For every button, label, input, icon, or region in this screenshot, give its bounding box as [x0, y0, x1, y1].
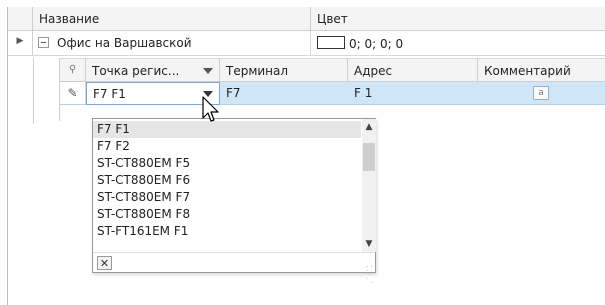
point-editor-value: F7 F1	[93, 87, 126, 101]
option-label: ST-CT880EM F5	[97, 156, 191, 170]
row-indicator[interactable]: ▶	[8, 31, 33, 56]
collapse-minus-icon[interactable]	[38, 37, 49, 48]
column-header-comment[interactable]: Комментарий	[478, 58, 605, 82]
terminal-value: F7	[226, 86, 241, 100]
option-label: ST-CT880EM F8	[97, 207, 191, 221]
column-header-name-label: Название	[39, 12, 100, 26]
column-header-point-label: Точка регис...	[92, 64, 180, 78]
address-cell[interactable]: F 1	[348, 82, 478, 105]
dropdown-option[interactable]: ST-CT880EM F5	[93, 155, 361, 172]
dropdown-option[interactable]: ST-CT880EM F7	[93, 189, 361, 206]
option-label: ST-CT880EM F7	[97, 190, 191, 204]
column-header-comment-label: Комментарий	[484, 64, 571, 78]
search-icon[interactable]: ⚲	[69, 64, 76, 75]
column-header-terminal-label: Терминал	[226, 64, 289, 78]
detail-indicator-border	[59, 105, 60, 121]
resize-grip-icon[interactable]: . . . . . .	[366, 262, 374, 285]
column-header-terminal[interactable]: Терминал	[220, 58, 348, 82]
column-header-address[interactable]: Адрес	[348, 58, 478, 82]
row-indicator-arrow-icon: ▶	[16, 36, 24, 46]
option-label: ST-FT161EM F1	[97, 224, 189, 238]
dropdown-option[interactable]: ST-CT880EM F8	[93, 206, 361, 223]
clear-button[interactable]: ✕	[97, 256, 112, 270]
column-header-point[interactable]: Точка регис...	[86, 58, 220, 82]
scroll-up-icon[interactable]: ▲	[363, 121, 375, 133]
memo-icon[interactable]: a	[533, 86, 549, 100]
detail-header-search-cell[interactable]: ⚲	[59, 58, 86, 82]
option-label: F7 F2	[97, 139, 130, 153]
color-value: 0; 0; 0; 0	[349, 37, 404, 51]
detail-left-border	[33, 58, 34, 124]
column-header-name[interactable]: Название	[33, 7, 311, 31]
scroll-down-icon[interactable]: ▼	[363, 238, 375, 250]
mouse-cursor-icon	[202, 96, 219, 122]
dropdown-scrollbar[interactable]	[362, 119, 376, 252]
scrollbar-thumb[interactable]	[363, 143, 375, 171]
column-header-address-label: Адрес	[354, 64, 393, 78]
option-label: ST-CT880EM F6	[97, 173, 191, 187]
close-icon: ✕	[99, 257, 110, 270]
dropdown-option[interactable]: ST-FT161EM F1	[93, 223, 361, 240]
pencil-icon: ✎	[67, 86, 78, 100]
address-value: F 1	[354, 86, 373, 100]
group-row-name-cell[interactable]: Офис на Варшавской	[33, 31, 311, 56]
column-header-color-label: Цвет	[317, 12, 348, 26]
terminal-cell[interactable]: F7	[220, 82, 348, 105]
column-header-color[interactable]: Цвет	[311, 7, 605, 31]
edit-row-indicator[interactable]: ✎	[59, 82, 86, 105]
group-row-name: Офис на Варшавской	[57, 36, 192, 50]
dropdown-option[interactable]: ST-CT880EM F6	[93, 172, 361, 189]
header-indicator-cell	[8, 7, 33, 31]
dropdown-option[interactable]: F7 F1	[93, 121, 361, 138]
option-label: F7 F1	[97, 122, 130, 136]
group-row-color-cell[interactable]: 0; 0; 0; 0	[311, 31, 605, 56]
dropdown-option[interactable]: F7 F2	[93, 138, 361, 155]
color-swatch	[317, 36, 345, 49]
dropdown-footer	[93, 252, 375, 272]
filter-dropdown-icon[interactable]	[203, 68, 213, 74]
